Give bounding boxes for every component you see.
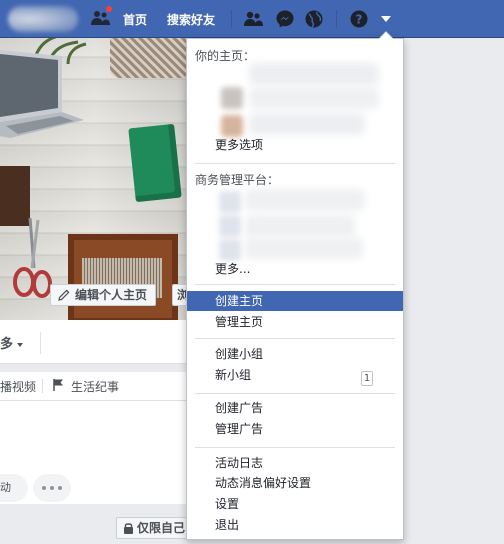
caret-down-icon[interactable] [378, 11, 398, 31]
more-tab[interactable]: 多 [0, 333, 24, 352]
edit-profile-button[interactable]: 编辑个人主页 [50, 284, 157, 306]
wood-block-decoration [0, 166, 30, 226]
life-event-option[interactable]: 生活纪事 [71, 378, 119, 395]
menu-create-page[interactable]: 创建主页 [187, 291, 403, 311]
page-avatar-blurred [221, 87, 243, 109]
menu-manage-ads[interactable]: 管理广告 [187, 419, 403, 439]
page-avatar-blurred-2 [221, 115, 243, 137]
svg-text:?: ? [356, 13, 363, 27]
wooden-tray-decoration [68, 234, 178, 320]
privacy-label: 仅限自己 [137, 521, 186, 535]
nav-divider-2 [336, 10, 337, 28]
more-tab-label: 多 [0, 337, 14, 352]
friend-requests-icon[interactable] [90, 5, 113, 28]
activity-button[interactable]: 动 [0, 474, 28, 502]
menu-news-feed-preferences[interactable]: 动态消息偏好设置 [187, 473, 403, 493]
new-groups-count-badge: 1 [361, 371, 373, 386]
live-video-option[interactable]: 播视频 [0, 378, 36, 395]
cover-photo [0, 38, 190, 320]
more-options-button[interactable] [33, 474, 71, 502]
menu-create-group[interactable]: 创建小组 [187, 344, 403, 364]
post-composer-body[interactable] [0, 400, 190, 504]
people-icon[interactable] [243, 9, 263, 29]
messenger-icon[interactable] [275, 9, 295, 29]
profile-avatar-blurred[interactable] [8, 6, 78, 32]
menu-logout[interactable]: 退出 [187, 515, 403, 535]
nav-find-friends-link[interactable]: 搜索好友 [167, 11, 215, 28]
profile-tab-row: 多 [0, 320, 190, 364]
composer-options: 播视频 生活纪事 [0, 372, 190, 400]
edit-profile-label: 编辑个人主页 [75, 288, 148, 302]
dot-icon [42, 486, 46, 490]
blurred-page-name[interactable] [249, 63, 379, 85]
laptop-image [0, 50, 84, 138]
chevron-down-icon [17, 342, 24, 347]
business-manager-heading: 商务管理平台： [195, 173, 280, 187]
basket-decoration [110, 38, 190, 78]
menu-business-more[interactable]: 更多... [187, 259, 403, 279]
menu-settings[interactable]: 设置 [187, 494, 403, 514]
nav-divider [231, 10, 232, 28]
menu-more-options[interactable]: 更多选项 [187, 135, 403, 155]
globe-icon[interactable] [304, 9, 324, 29]
menu-manage-pages[interactable]: 管理主页 [187, 312, 403, 332]
flag-icon [53, 379, 63, 391]
your-pages-heading: 你的主页： [195, 49, 256, 63]
menu-create-ad[interactable]: 创建广告 [187, 398, 403, 418]
activity-label: 动 [0, 481, 11, 494]
top-navigation-bar: 首页 搜索好友 ? [0, 0, 504, 38]
pencil-icon [58, 289, 70, 301]
privacy-selector-button[interactable]: 仅限自己 [116, 517, 194, 539]
green-block-decoration [128, 123, 182, 203]
scissors-image [13, 218, 52, 298]
account-dropdown-menu: 你的主页： 更多选项 商务管理平台： 更多... 创建主页 管理主页 创建小组 … [186, 38, 404, 540]
help-icon[interactable]: ? [349, 9, 369, 29]
nav-home-link[interactable]: 首页 [123, 11, 147, 28]
notification-dot [105, 5, 113, 13]
blurred-business-name[interactable] [245, 189, 365, 211]
lock-icon [124, 523, 133, 534]
menu-activity-log[interactable]: 活动日志 [187, 453, 403, 473]
